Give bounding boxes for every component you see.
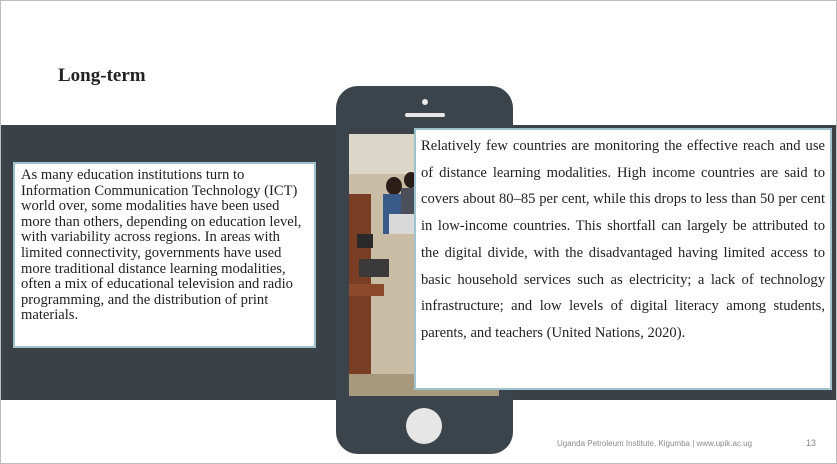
slide: Long-term As many education institutions… xyxy=(0,0,837,464)
left-text-box: As many education institutions turn to I… xyxy=(13,162,316,348)
slide-title: Long-term xyxy=(58,65,146,86)
phone-speaker xyxy=(405,113,445,117)
footer-text: Uganda Petroleum Institute, Kigumba | ww… xyxy=(557,439,753,448)
page-number: 13 xyxy=(806,438,817,448)
right-text-box: Relatively few countries are monitoring … xyxy=(414,128,832,390)
left-text: As many education institutions turn to I… xyxy=(21,167,302,324)
phone-home-button xyxy=(406,408,442,444)
right-text: Relatively few countries are monitoring … xyxy=(421,138,825,341)
phone-camera-dot xyxy=(422,99,428,105)
